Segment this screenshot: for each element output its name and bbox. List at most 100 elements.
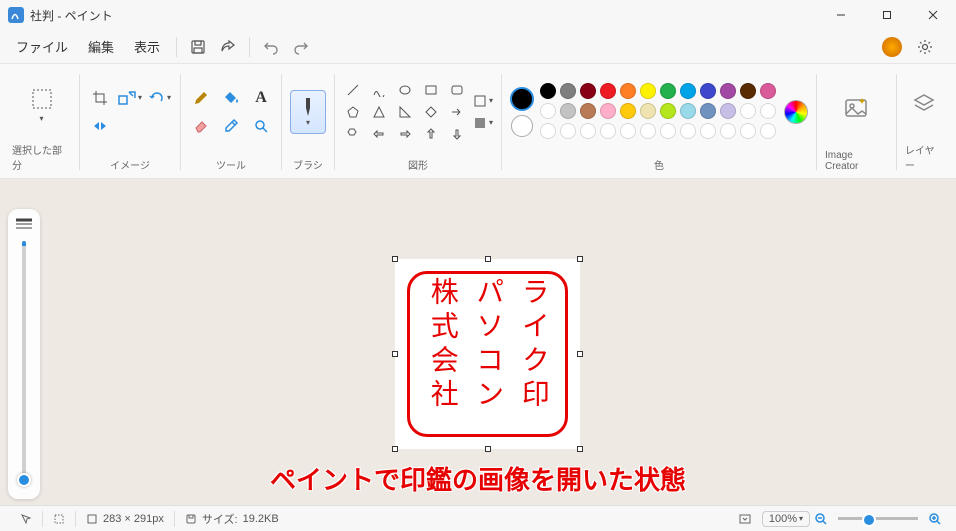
color-swatch[interactable] (540, 83, 556, 99)
zoom-in-button[interactable] (924, 512, 946, 526)
resize-handle[interactable] (577, 351, 583, 357)
share-button[interactable] (213, 32, 243, 62)
thickness-slider[interactable] (22, 241, 26, 481)
window-title: 社判 - ペイント (30, 7, 113, 24)
edit-colors-button[interactable] (784, 100, 808, 124)
crop-button[interactable] (88, 86, 112, 110)
resize-handle[interactable] (485, 446, 491, 452)
color-swatch[interactable] (700, 103, 716, 119)
color-swatch[interactable] (720, 123, 736, 139)
eyedropper-tool[interactable] (219, 114, 243, 138)
color-swatch[interactable] (720, 103, 736, 119)
color-swatch[interactable] (600, 103, 616, 119)
menu-file[interactable]: ファイル (6, 31, 78, 62)
color-swatch[interactable] (580, 123, 596, 139)
color-swatch[interactable] (680, 103, 696, 119)
workspace[interactable]: 株式会社 パソコン ライク印 ペイントで印鑑の画像を開いた状態 (0, 179, 956, 505)
brush-picker[interactable]: ▾ (290, 90, 326, 134)
color-swatch[interactable] (680, 83, 696, 99)
undo-button[interactable] (256, 32, 286, 62)
color-swatch[interactable] (620, 83, 636, 99)
zoom-value: 100% (769, 513, 797, 525)
cursor-position (10, 513, 42, 525)
zoom-dropdown[interactable]: 100% ▾ (762, 511, 810, 527)
color-swatch[interactable] (660, 83, 676, 99)
selection-icon (53, 513, 65, 525)
color-secondary[interactable] (511, 115, 533, 137)
resize-handle[interactable] (392, 256, 398, 262)
magnifier-tool[interactable] (249, 114, 273, 138)
settings-button[interactable] (910, 32, 940, 62)
eraser-tool[interactable] (189, 114, 213, 138)
fill-tool[interactable] (219, 86, 243, 110)
user-avatar[interactable] (882, 37, 902, 57)
pencil-tool[interactable] (189, 86, 213, 110)
color-swatch[interactable] (720, 83, 736, 99)
status-bar: 283 × 291px サイズ: 19.2KB 100% ▾ (0, 505, 956, 531)
canvas[interactable]: 株式会社 パソコン ライク印 (395, 259, 580, 449)
group-label: レイヤー (905, 140, 944, 176)
color-swatch[interactable] (580, 103, 596, 119)
shapes-gallery[interactable] (343, 81, 467, 143)
color-swatch[interactable] (740, 83, 756, 99)
color-swatch[interactable] (660, 103, 676, 119)
color-swatch[interactable] (600, 83, 616, 99)
close-button[interactable] (910, 0, 956, 30)
selection-tool[interactable]: ▾ (19, 86, 65, 123)
color-swatch[interactable] (600, 123, 616, 139)
color-swatch[interactable] (760, 103, 776, 119)
disk-icon (185, 513, 197, 525)
color-swatch[interactable] (540, 123, 556, 139)
color-swatch[interactable] (640, 123, 656, 139)
save-button[interactable] (183, 32, 213, 62)
resize-handle[interactable] (485, 256, 491, 262)
group-brushes: ▾ ブラシ (284, 68, 332, 176)
separator (281, 74, 282, 170)
resize-button[interactable]: ▾ (118, 86, 142, 110)
color-swatch[interactable] (700, 123, 716, 139)
image-creator-button[interactable] (839, 91, 873, 125)
text-tool[interactable]: A (249, 86, 273, 110)
separator (896, 74, 897, 170)
color-swatch[interactable] (640, 103, 656, 119)
color-swatch[interactable] (560, 123, 576, 139)
resize-handle[interactable] (392, 351, 398, 357)
color-swatch[interactable] (620, 123, 636, 139)
color-swatch[interactable] (540, 103, 556, 119)
color-swatch[interactable] (680, 123, 696, 139)
color-swatch[interactable] (760, 123, 776, 139)
layers-button[interactable] (907, 87, 941, 121)
shape-outline-button[interactable]: ▾ (473, 94, 493, 108)
color-swatch[interactable] (640, 83, 656, 99)
menu-view[interactable]: 表示 (124, 31, 170, 62)
color-swatch[interactable] (580, 83, 596, 99)
color-swatch[interactable] (740, 103, 756, 119)
color-primary[interactable] (510, 87, 534, 111)
color-swatch[interactable] (660, 123, 676, 139)
zoom-out-button[interactable] (810, 512, 832, 526)
color-swatch[interactable] (760, 83, 776, 99)
color-swatch[interactable] (620, 103, 636, 119)
separator (176, 37, 177, 57)
color-swatch[interactable] (560, 103, 576, 119)
separator (249, 37, 250, 57)
color-palette (540, 83, 778, 141)
resize-handle[interactable] (577, 256, 583, 262)
color-swatch[interactable] (700, 83, 716, 99)
minimize-button[interactable] (818, 0, 864, 30)
resize-handle[interactable] (392, 446, 398, 452)
color-swatch[interactable] (560, 83, 576, 99)
color-swatch[interactable] (740, 123, 756, 139)
flip-button[interactable] (88, 114, 112, 138)
chevron-down-icon: ▾ (799, 514, 803, 523)
resize-handle[interactable] (577, 446, 583, 452)
maximize-button[interactable] (864, 0, 910, 30)
redo-button[interactable] (286, 32, 316, 62)
fit-screen-button[interactable] (728, 512, 762, 526)
chevron-down-icon: ▾ (40, 114, 44, 123)
rotate-button[interactable]: ▾ (148, 86, 172, 110)
group-label: ツール (216, 155, 246, 176)
zoom-slider[interactable] (838, 517, 918, 520)
menu-edit[interactable]: 編集 (78, 31, 124, 62)
shape-fill-button[interactable]: ▾ (473, 116, 493, 130)
